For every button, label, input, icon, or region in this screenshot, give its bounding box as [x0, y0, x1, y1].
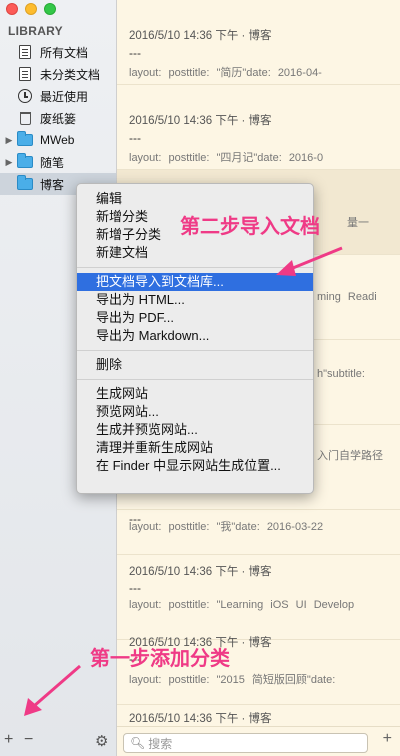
sidebar-item-label: 废纸篓 [40, 111, 77, 126]
annotation-arrow-step-one [24, 664, 81, 716]
menu-item-edit[interactable]: 编辑 [77, 190, 313, 208]
search-input[interactable]: 🔍︎ 搜索 [123, 733, 368, 753]
menu-item-show-in-finder[interactable]: 在 Finder 中显示网站生成位置... [77, 457, 313, 475]
gear-icon[interactable]: ⚙ [95, 732, 108, 750]
menu-item-generate-site[interactable]: 生成网站 [77, 385, 313, 403]
entry-meta: 2016/5/10 14:36 下午 · 博客 [129, 115, 272, 127]
entry-preview: layout: posttitle: "简历"date: 2016-04- [129, 67, 322, 79]
window-controls [6, 3, 56, 15]
entry-preview: layout: posttitle: "Learning iOS UI Deve… [129, 599, 355, 611]
sidebar-item-label: 博客 [40, 177, 65, 192]
menu-item-generate-and-preview[interactable]: 生成并预览网站... [77, 421, 313, 439]
add-category-button[interactable]: + [4, 731, 13, 749]
clock-icon [16, 88, 34, 104]
disclosure-triangle-icon[interactable]: ▶ [2, 157, 16, 168]
disclosure-triangle-icon[interactable]: ▶ [2, 135, 16, 146]
sidebar-item-uncategorized[interactable]: 未分类文档 [0, 63, 116, 85]
document-icon [16, 66, 34, 82]
list-item[interactable]: 2016/5/10 14:36 下午 · 博客 --- layout: post… [117, 85, 400, 170]
sidebar-item-trash[interactable]: 废纸篓 [0, 107, 116, 129]
library-heading: LIBRARY [8, 24, 63, 38]
entry-meta: 2016/5/10 14:36 下午 · 博客 [129, 713, 272, 725]
menu-item-clean-and-regenerate[interactable]: 清理并重新生成网站 [77, 439, 313, 457]
annotation-step-one: 第一步添加分类 [90, 648, 230, 670]
sidebar-item-recent[interactable]: 最近使用 [0, 85, 116, 107]
sidebar-item-label: 所有文档 [40, 45, 89, 60]
menu-item-delete[interactable]: 删除 [77, 356, 313, 374]
entry-first-line: --- [129, 581, 141, 595]
folder-icon [16, 131, 34, 148]
entry-preview: layout: posttitle: "我"date: 2016-03-22 [129, 521, 324, 533]
sidebar-item-label: MWeb [40, 133, 75, 147]
list-toolbar: 🔍︎ 搜索 + [117, 726, 400, 756]
trash-icon [16, 110, 34, 126]
document-icon [16, 44, 34, 60]
search-icon: 🔍︎ [130, 736, 146, 750]
entry-preview: h"subtitle: [317, 368, 365, 380]
entry-preview: layout: posttitle: "四月记"date: 2016-0 [129, 152, 324, 164]
sidebar-toolbar: + − ⚙ [0, 728, 116, 756]
menu-separator [77, 379, 313, 380]
menu-item-export-pdf[interactable]: 导出为 PDF... [77, 309, 313, 327]
search-placeholder: 搜索 [148, 736, 173, 751]
remove-category-button[interactable]: − [24, 731, 33, 749]
add-document-button[interactable]: + [383, 730, 392, 748]
entry-preview: ming Readi [317, 291, 377, 303]
close-window-button[interactable] [6, 3, 18, 15]
entry-meta: 2016/5/10 14:36 下午 · 博客 [129, 566, 272, 578]
entry-preview: layout: posttitle: "2015 简短版回顾"date: [129, 674, 336, 686]
menu-item-preview-site[interactable]: 预览网站... [77, 403, 313, 421]
minimize-window-button[interactable] [25, 3, 37, 15]
entry-preview: 量一 [347, 217, 369, 229]
sidebar-item-all-documents[interactable]: 所有文档 [0, 41, 116, 63]
entry-first-line: --- [129, 131, 141, 145]
entry-first-line: --- [129, 46, 141, 60]
entry-meta: 2016/5/10 14:36 下午 · 博客 [129, 30, 272, 42]
menu-item-export-html[interactable]: 导出为 HTML... [77, 291, 313, 309]
sidebar-item-label: 未分类文档 [40, 67, 101, 82]
menu-separator [77, 350, 313, 351]
sidebar-item-mweb[interactable]: ▶ MWeb [0, 129, 116, 151]
list-item[interactable]: 2016/5/10 14:36 下午 · 博客 --- layout: post… [117, 0, 400, 85]
menu-item-export-markdown[interactable]: 导出为 Markdown... [77, 327, 313, 345]
sidebar-item-label: 最近使用 [40, 89, 89, 104]
sidebar-item-essays[interactable]: ▶ 随笔 [0, 151, 116, 173]
entry-preview: 入门自学路径 [317, 450, 383, 462]
zoom-window-button[interactable] [44, 3, 56, 15]
folder-icon [16, 153, 34, 170]
annotation-step-two: 第二步导入文档 [180, 216, 320, 238]
list-item[interactable]: 2016/5/10 14:36 下午 · 博客 [117, 705, 400, 726]
folder-icon [16, 175, 34, 192]
sidebar-item-label: 随笔 [40, 155, 65, 170]
list-item[interactable]: --- layout: posttitle: "我"date: 2016-03-… [117, 510, 400, 555]
annotation-arrow-step-two [276, 246, 343, 276]
